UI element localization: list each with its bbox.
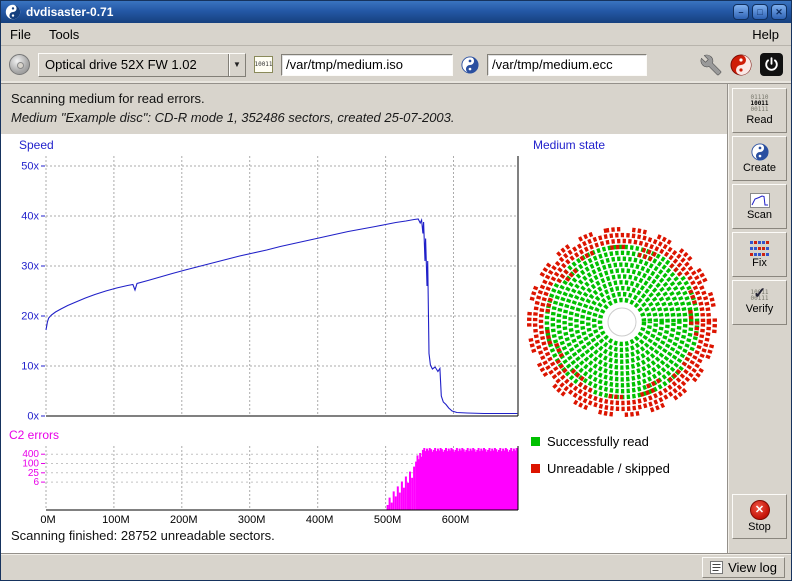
chart-panel: Speed 50x 40x 30x 20x 10x 0x Medium state Suc… [1, 134, 727, 553]
svg-text:0x: 0x [27, 411, 39, 423]
speed-chart: 50x 40x 30x 20x 10x 0x [1, 152, 523, 424]
legend-ok-label: Successfully read [547, 434, 649, 449]
svg-text:400M: 400M [306, 514, 334, 526]
svg-text:40x: 40x [21, 211, 39, 223]
verify-label: Verify [746, 303, 774, 315]
stop-label: Stop [748, 521, 771, 533]
yin-yang-icon [751, 143, 769, 161]
scan-label: Scan [747, 209, 772, 221]
view-log-label: View log [728, 560, 777, 575]
power-icon [760, 53, 783, 76]
fix-button[interactable]: Fix [732, 232, 787, 277]
footer-bar: View log [1, 553, 791, 580]
svg-text:300M: 300M [238, 514, 266, 526]
status-area: Scanning medium for read errors. Medium … [1, 84, 727, 134]
app-icon[interactable] [5, 4, 21, 20]
status-line-2: Medium "Example disc": CD-R mode 1, 3524… [11, 108, 717, 127]
minimize-button[interactable]: – [733, 4, 749, 20]
toolbar: Optical drive 52X FW 1.02 ▼ 10011 [1, 46, 791, 84]
red-disc-icon [730, 54, 752, 76]
svg-text:6: 6 [33, 477, 39, 488]
medium-state-legend: Successfully read Unreadable / skipped [531, 434, 670, 476]
drive-icon [9, 54, 30, 75]
svg-text:600M: 600M [442, 514, 470, 526]
read-button[interactable]: 01110 10011 00111 Read [732, 88, 787, 133]
menubar: File Tools Help [1, 23, 791, 46]
binary-icon: 01110 10011 00111 [750, 95, 768, 113]
speed-chart-title: Speed [19, 138, 54, 152]
drive-select-value: Optical drive 52X FW 1.02 [39, 57, 228, 72]
medium-state-title: Medium state [533, 138, 605, 152]
bad-swatch [531, 464, 540, 473]
legend-item-ok: Successfully read [531, 434, 670, 449]
scan-result-text: Scanning finished: 28752 unreadable sect… [11, 528, 275, 543]
fix-pixels-icon [750, 241, 769, 256]
create-button[interactable]: Create [732, 136, 787, 181]
action-sidebar: 01110 10011 00111 Read Create [727, 84, 791, 553]
main-content: Scanning medium for read errors. Medium … [1, 84, 791, 553]
menu-tools[interactable]: Tools [40, 24, 88, 45]
c2-chart: 0M100M200M300M400M500M600M400100256 [1, 442, 523, 528]
maximize-button[interactable]: □ [752, 4, 768, 20]
wrench-icon [700, 54, 722, 76]
stop-button[interactable]: ✕ Stop [732, 494, 787, 539]
svg-text:500M: 500M [374, 514, 402, 526]
menu-file[interactable]: File [1, 24, 40, 45]
close-button[interactable]: ✕ [771, 4, 787, 20]
c2-chart-title: C2 errors [9, 428, 59, 442]
status-line-1: Scanning medium for read errors. [11, 89, 717, 108]
svg-text:200M: 200M [170, 514, 198, 526]
titlebar: dvdisaster-0.71 – □ ✕ [1, 1, 791, 23]
help-button[interactable] [730, 54, 752, 76]
svg-text:0M: 0M [40, 514, 55, 526]
scan-button[interactable]: Scan [732, 184, 787, 229]
image-file-icon: 10011 [254, 56, 273, 73]
fix-label: Fix [752, 257, 767, 269]
chevron-down-icon: ▼ [228, 54, 245, 76]
ecc-path-input[interactable] [487, 54, 647, 76]
ecc-file-icon [461, 56, 479, 74]
svg-text:20x: 20x [21, 311, 39, 323]
verify-button[interactable]: 10011 00111 ✓ Verify [732, 280, 787, 325]
window-title: dvdisaster-0.71 [26, 5, 728, 19]
check-icon: ✓ [753, 284, 766, 302]
svg-text:50x: 50x [21, 161, 39, 173]
read-label: Read [746, 114, 772, 126]
verify-icon: 10011 00111 ✓ [750, 290, 768, 302]
svg-text:10x: 10x [21, 361, 39, 373]
legend-item-bad: Unreadable / skipped [531, 461, 670, 476]
left-column: Scanning medium for read errors. Medium … [1, 84, 727, 553]
drive-select[interactable]: Optical drive 52X FW 1.02 ▼ [38, 53, 246, 77]
svg-text:30x: 30x [21, 261, 39, 273]
image-path-input[interactable] [281, 54, 453, 76]
quit-button[interactable] [760, 53, 783, 76]
app-window: dvdisaster-0.71 – □ ✕ File Tools Help Op… [0, 0, 792, 581]
view-log-button[interactable]: View log [702, 557, 785, 578]
menu-help[interactable]: Help [740, 24, 791, 45]
stop-icon: ✕ [750, 500, 770, 520]
disc-graphic [522, 222, 722, 422]
preferences-button[interactable] [700, 54, 722, 76]
mini-chart-icon [750, 193, 770, 208]
create-label: Create [743, 162, 776, 174]
ok-swatch [531, 437, 540, 446]
log-icon [710, 561, 723, 574]
legend-bad-label: Unreadable / skipped [547, 461, 670, 476]
svg-text:100M: 100M [102, 514, 130, 526]
